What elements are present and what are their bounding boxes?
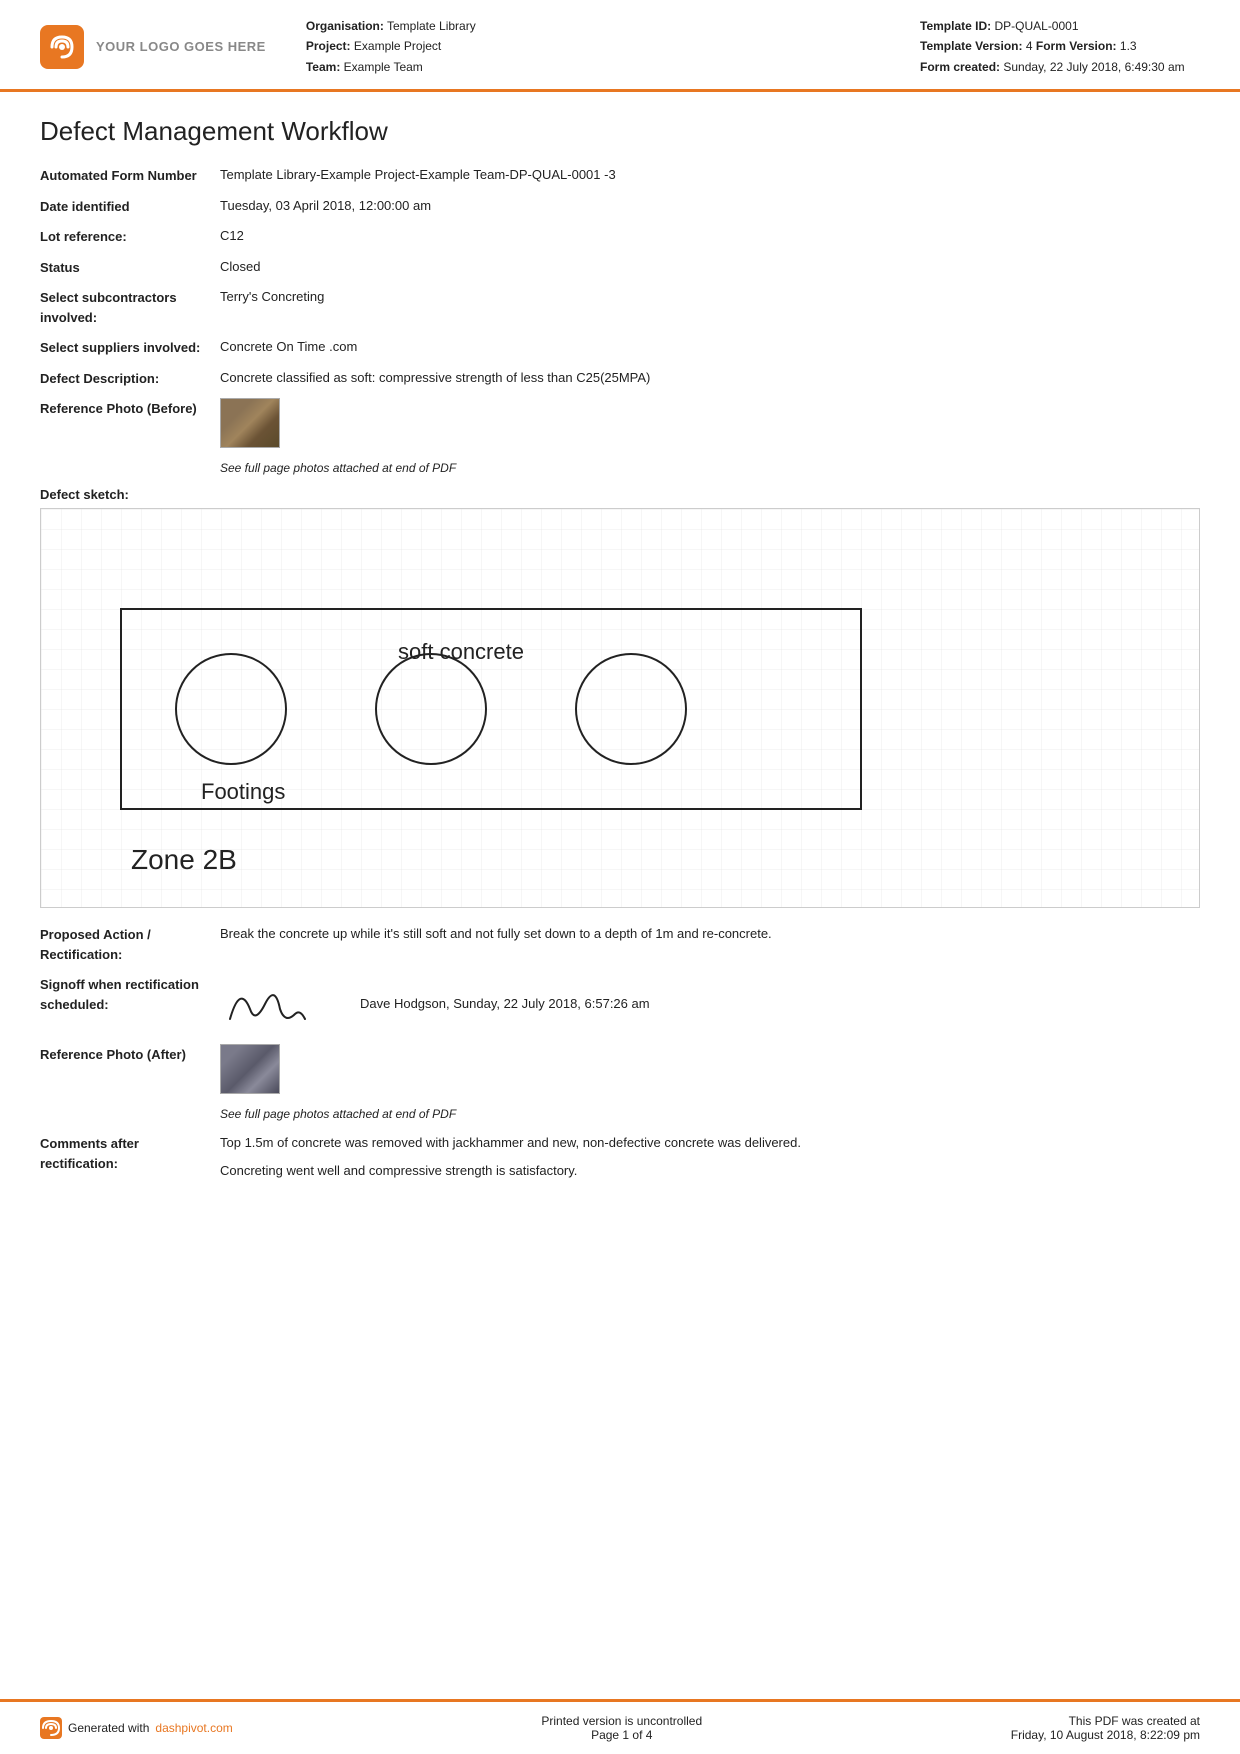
team-label: Team: bbox=[306, 60, 340, 74]
logo-svg bbox=[48, 33, 76, 61]
defect-sketch-svg: soft concrete Footings Zone 2B bbox=[41, 509, 1199, 907]
sketch-label-zone: Zone 2B bbox=[131, 844, 237, 875]
defect-description-label: Defect Description: bbox=[40, 368, 220, 389]
signoff-label: Signoff when rectification scheduled: bbox=[40, 974, 220, 1014]
comments-value-1: Top 1.5m of concrete was removed with ja… bbox=[220, 1133, 1200, 1153]
suppliers-row: Select suppliers involved: Concrete On T… bbox=[40, 337, 1200, 358]
comments-value-2: Concreting went well and compressive str… bbox=[220, 1161, 1200, 1181]
footer-page: Page 1 of 4 bbox=[541, 1728, 702, 1742]
proposed-action-row: Proposed Action / Rectification: Break t… bbox=[40, 924, 1200, 964]
date-identified-value: Tuesday, 03 April 2018, 12:00:00 am bbox=[220, 196, 1200, 216]
header-meta: Organisation: Template Library Project: … bbox=[306, 16, 920, 77]
status-value: Closed bbox=[220, 257, 1200, 277]
sketch-label-soft-concrete: soft concrete bbox=[398, 639, 524, 664]
reference-photo-after-row: Reference Photo (After) See full page ph… bbox=[40, 1044, 1200, 1123]
suppliers-label: Select suppliers involved: bbox=[40, 337, 220, 358]
status-label: Status bbox=[40, 257, 220, 278]
subcontractors-row: Select subcontractors involved: Terry's … bbox=[40, 287, 1200, 327]
defect-sketch-container: soft concrete Footings Zone 2B bbox=[40, 508, 1200, 908]
defect-description-row: Defect Description: Concrete classified … bbox=[40, 368, 1200, 389]
photo-after-caption: See full page photos attached at end of … bbox=[220, 1107, 456, 1121]
lot-reference-value: C12 bbox=[220, 226, 1200, 246]
footer: Generated with dashpivot.com Printed ver… bbox=[0, 1699, 1240, 1754]
header-logo: YOUR LOGO GOES HERE bbox=[40, 16, 266, 77]
content: Defect Management Workflow Automated For… bbox=[0, 92, 1240, 1699]
org-line: Organisation: Template Library bbox=[306, 16, 920, 36]
template-version-line: Template Version: 4 Form Version: 1.3 bbox=[920, 36, 1200, 56]
suppliers-value: Concrete On Time .com bbox=[220, 337, 1200, 357]
reference-photo-after-label: Reference Photo (After) bbox=[40, 1044, 220, 1065]
signoff-person: Dave Hodgson, Sunday, 22 July 2018, 6:57… bbox=[360, 974, 650, 1014]
project-value: Example Project bbox=[354, 39, 441, 53]
team-value: Example Team bbox=[344, 60, 423, 74]
defect-sketch-section: Defect sketch: bbox=[40, 487, 1200, 908]
defect-sketch-label: Defect sketch: bbox=[40, 487, 1200, 502]
date-identified-row: Date identified Tuesday, 03 April 2018, … bbox=[40, 196, 1200, 217]
team-line: Team: Example Team bbox=[306, 57, 920, 77]
template-version-value: 4 bbox=[1026, 39, 1033, 53]
automated-form-number-row: Automated Form Number Template Library-E… bbox=[40, 165, 1200, 186]
reference-photo-before-value: See full page photos attached at end of … bbox=[220, 398, 1200, 477]
template-id-label: Template ID: bbox=[920, 19, 991, 33]
automated-form-number-value: Template Library-Example Project-Example… bbox=[220, 165, 1200, 185]
footer-uncontrolled: Printed version is uncontrolled bbox=[541, 1714, 702, 1728]
sketch-label-footings: Footings bbox=[201, 779, 285, 804]
automated-form-number-label: Automated Form Number bbox=[40, 165, 220, 186]
footer-center: Printed version is uncontrolled Page 1 o… bbox=[541, 1714, 702, 1742]
header: YOUR LOGO GOES HERE Organisation: Templa… bbox=[0, 0, 1240, 92]
page-title: Defect Management Workflow bbox=[40, 116, 1200, 147]
footer-generated-text: Generated with bbox=[68, 1721, 149, 1735]
signature-area: Dave Hodgson, Sunday, 22 July 2018, 6:57… bbox=[220, 974, 1200, 1034]
signature-svg bbox=[220, 974, 320, 1034]
date-identified-label: Date identified bbox=[40, 196, 220, 217]
comments-value: Top 1.5m of concrete was removed with ja… bbox=[220, 1133, 1200, 1180]
form-version-value: 1.3 bbox=[1120, 39, 1137, 53]
footer-pdf-created-date: Friday, 10 August 2018, 8:22:09 pm bbox=[1011, 1728, 1200, 1742]
photo-before-caption: See full page photos attached at end of … bbox=[220, 461, 456, 475]
logo-icon bbox=[40, 25, 84, 69]
lot-reference-label: Lot reference: bbox=[40, 226, 220, 247]
lot-reference-row: Lot reference: C12 bbox=[40, 226, 1200, 247]
template-id-line: Template ID: DP-QUAL-0001 bbox=[920, 16, 1200, 36]
form-created-value: Sunday, 22 July 2018, 6:49:30 am bbox=[1003, 60, 1184, 74]
logo-text: YOUR LOGO GOES HERE bbox=[96, 39, 266, 54]
page: YOUR LOGO GOES HERE Organisation: Templa… bbox=[0, 0, 1240, 1754]
status-row: Status Closed bbox=[40, 257, 1200, 278]
comments-label: Comments after rectification: bbox=[40, 1133, 220, 1173]
subcontractors-label: Select subcontractors involved: bbox=[40, 287, 220, 327]
footer-left: Generated with dashpivot.com bbox=[40, 1717, 233, 1739]
signoff-row: Signoff when rectification scheduled: Da… bbox=[40, 974, 1200, 1034]
form-created-line: Form created: Sunday, 22 July 2018, 6:49… bbox=[920, 57, 1200, 77]
header-right: Template ID: DP-QUAL-0001 Template Versi… bbox=[920, 16, 1200, 77]
reference-photo-after-value: See full page photos attached at end of … bbox=[220, 1044, 1200, 1123]
form-created-label: Form created: bbox=[920, 60, 1000, 74]
reference-photo-before-row: Reference Photo (Before) See full page p… bbox=[40, 398, 1200, 477]
comments-row: Comments after rectification: Top 1.5m o… bbox=[40, 1133, 1200, 1180]
photo-before-thumbnail bbox=[220, 398, 280, 448]
org-label: Organisation: bbox=[306, 19, 384, 33]
proposed-action-value: Break the concrete up while it's still s… bbox=[220, 924, 1200, 944]
proposed-action-label: Proposed Action / Rectification: bbox=[40, 924, 220, 964]
org-value: Template Library bbox=[387, 19, 476, 33]
signoff-value: Dave Hodgson, Sunday, 22 July 2018, 6:57… bbox=[220, 974, 1200, 1034]
footer-pdf-created-text: This PDF was created at bbox=[1011, 1714, 1200, 1728]
reference-photo-before-label: Reference Photo (Before) bbox=[40, 398, 220, 419]
form-version-label: Form Version: bbox=[1036, 39, 1117, 53]
footer-logo-icon bbox=[40, 1717, 62, 1739]
footer-right: This PDF was created at Friday, 10 Augus… bbox=[1011, 1714, 1200, 1742]
project-label: Project: bbox=[306, 39, 351, 53]
defect-description-value: Concrete classified as soft: compressive… bbox=[220, 368, 1200, 388]
template-id-value: DP-QUAL-0001 bbox=[994, 19, 1078, 33]
footer-link[interactable]: dashpivot.com bbox=[155, 1721, 232, 1735]
photo-after-thumbnail bbox=[220, 1044, 280, 1094]
template-version-label: Template Version: bbox=[920, 39, 1022, 53]
project-line: Project: Example Project bbox=[306, 36, 920, 56]
subcontractors-value: Terry's Concreting bbox=[220, 287, 1200, 307]
